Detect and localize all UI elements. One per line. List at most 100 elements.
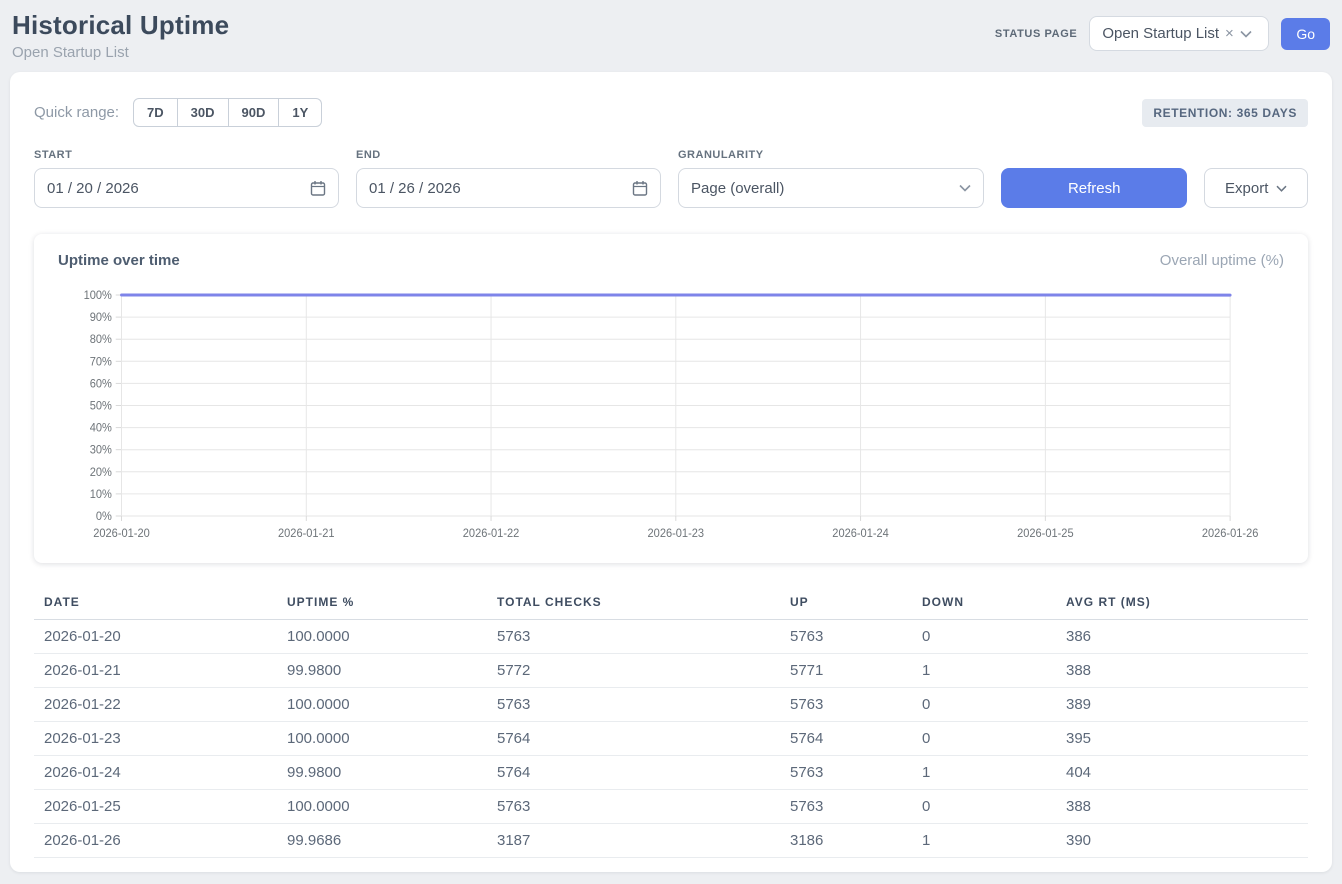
cell-avg-rt: 395 [1056, 722, 1308, 756]
uptime-chart-card: Uptime over time Overall uptime (%) 0% 10… [34, 234, 1308, 563]
calendar-icon[interactable] [310, 180, 326, 197]
cell-date: 2026-01-20 [34, 620, 277, 654]
cell-total-checks: 5764 [487, 756, 780, 790]
table-header-row: DATEUPTIME %TOTAL CHECKSUPDOWNAVG RT (MS… [34, 587, 1308, 620]
cell-total-checks: 5763 [487, 790, 780, 824]
cell-date: 2026-01-25 [34, 790, 277, 824]
end-date-label: END [356, 149, 661, 161]
quick-range-button-30d[interactable]: 30D [178, 98, 229, 127]
svg-text:40%: 40% [90, 422, 112, 434]
cell-avg-rt: 404 [1056, 756, 1308, 790]
end-date-field: END 01 / 26 / 2026 [356, 149, 661, 208]
svg-text:2026-01-22: 2026-01-22 [463, 528, 520, 540]
cell-up: 5763 [780, 790, 912, 824]
export-button-label: Export [1225, 180, 1268, 197]
svg-text:2026-01-24: 2026-01-24 [832, 528, 889, 540]
table-row: 2026-01-24 99.9800 5764 5763 1 404 [34, 756, 1308, 790]
status-page-select[interactable]: Open Startup List × [1089, 16, 1269, 51]
chevron-down-icon [959, 184, 971, 192]
export-button[interactable]: Export [1204, 168, 1308, 208]
go-button[interactable]: Go [1281, 18, 1330, 50]
svg-text:80%: 80% [90, 334, 112, 346]
cell-down: 0 [912, 620, 1056, 654]
cell-down: 0 [912, 790, 1056, 824]
cell-total-checks: 5772 [487, 654, 780, 688]
chevron-down-icon [1240, 30, 1252, 38]
cell-up: 5763 [780, 756, 912, 790]
cell-date: 2026-01-24 [34, 756, 277, 790]
svg-text:2026-01-25: 2026-01-25 [1017, 528, 1074, 540]
clear-selection-icon[interactable]: × [1225, 26, 1234, 41]
column-header: DATE [34, 587, 277, 620]
quick-range-button-group: 7D30D90D1Y [133, 98, 322, 127]
table-row: 2026-01-21 99.9800 5772 5771 1 388 [34, 654, 1308, 688]
cell-avg-rt: 390 [1056, 824, 1308, 858]
cell-uptime-percent: 99.9800 [277, 654, 487, 688]
refresh-button[interactable]: Refresh [1001, 168, 1187, 208]
svg-text:2026-01-26: 2026-01-26 [1202, 528, 1259, 540]
cell-date: 2026-01-21 [34, 654, 277, 688]
table-row: 2026-01-23 100.0000 5764 5764 0 395 [34, 722, 1308, 756]
table-row: 2026-01-25 100.0000 5763 5763 0 388 [34, 790, 1308, 824]
cell-down: 0 [912, 688, 1056, 722]
chart-title: Uptime over time [58, 252, 180, 269]
status-page-label: STATUS PAGE [995, 28, 1077, 40]
cell-uptime-percent: 99.9686 [277, 824, 487, 858]
cell-date: 2026-01-22 [34, 688, 277, 722]
svg-text:2026-01-21: 2026-01-21 [278, 528, 335, 540]
cell-up: 5771 [780, 654, 912, 688]
page-subtitle: Open Startup List [12, 44, 229, 61]
quick-range-label: Quick range: [34, 104, 119, 121]
cell-avg-rt: 388 [1056, 790, 1308, 824]
start-date-field: START 01 / 20 / 2026 [34, 149, 339, 208]
end-date-value: 01 / 26 / 2026 [369, 180, 461, 197]
column-header: TOTAL CHECKS [487, 587, 780, 620]
uptime-line-chart[interactable]: 0%10%20%30%40%50%60%70%80%90%100%2026-01… [58, 281, 1284, 549]
granularity-field: GRANULARITY Page (overall) [678, 149, 984, 208]
cell-avg-rt: 386 [1056, 620, 1308, 654]
svg-text:0%: 0% [96, 511, 112, 523]
cell-date: 2026-01-26 [34, 824, 277, 858]
title-block: Historical Uptime Open Startup List [12, 10, 229, 61]
cell-total-checks: 5764 [487, 722, 780, 756]
column-header: UPTIME % [277, 587, 487, 620]
cell-up: 5763 [780, 688, 912, 722]
svg-text:90%: 90% [90, 312, 112, 324]
granularity-select[interactable]: Page (overall) [678, 168, 984, 208]
svg-text:2026-01-20: 2026-01-20 [93, 528, 150, 540]
cell-up: 5764 [780, 722, 912, 756]
end-date-input[interactable]: 01 / 26 / 2026 [356, 168, 661, 208]
granularity-label: GRANULARITY [678, 149, 984, 161]
top-header: Historical Uptime Open Startup List STAT… [0, 0, 1342, 72]
filter-form-row: START 01 / 20 / 2026 END 01 / 26 / 2026 … [34, 149, 1308, 208]
retention-badge: RETENTION: 365 DAYS [1142, 99, 1308, 127]
table-row: 2026-01-26 99.9686 3187 3186 1 390 [34, 824, 1308, 858]
start-date-input[interactable]: 01 / 20 / 2026 [34, 168, 339, 208]
cell-avg-rt: 389 [1056, 688, 1308, 722]
cell-uptime-percent: 100.0000 [277, 688, 487, 722]
cell-up: 3186 [780, 824, 912, 858]
cell-up: 5763 [780, 620, 912, 654]
svg-text:100%: 100% [84, 290, 112, 302]
quick-range-button-7d[interactable]: 7D [133, 98, 178, 127]
table-row: 2026-01-22 100.0000 5763 5763 0 389 [34, 688, 1308, 722]
calendar-icon[interactable] [632, 180, 648, 197]
quick-range-button-90d[interactable]: 90D [229, 98, 280, 127]
chevron-down-icon [1276, 185, 1287, 192]
svg-text:30%: 30% [90, 445, 112, 457]
chart-legend-label: Overall uptime (%) [1160, 252, 1284, 269]
svg-text:2026-01-23: 2026-01-23 [648, 528, 705, 540]
header-controls: STATUS PAGE Open Startup List × Go [995, 16, 1330, 51]
quick-range-button-1y[interactable]: 1Y [279, 98, 322, 127]
cell-date: 2026-01-23 [34, 722, 277, 756]
quick-range-row: Quick range: 7D30D90D1Y RETENTION: 365 D… [34, 98, 1308, 127]
start-date-value: 01 / 20 / 2026 [47, 180, 139, 197]
cell-total-checks: 5763 [487, 688, 780, 722]
column-header: UP [780, 587, 912, 620]
cell-down: 1 [912, 824, 1056, 858]
svg-text:70%: 70% [90, 356, 112, 368]
cell-uptime-percent: 100.0000 [277, 620, 487, 654]
table-row: 2026-01-20 100.0000 5763 5763 0 386 [34, 620, 1308, 654]
cell-uptime-percent: 100.0000 [277, 722, 487, 756]
cell-total-checks: 3187 [487, 824, 780, 858]
